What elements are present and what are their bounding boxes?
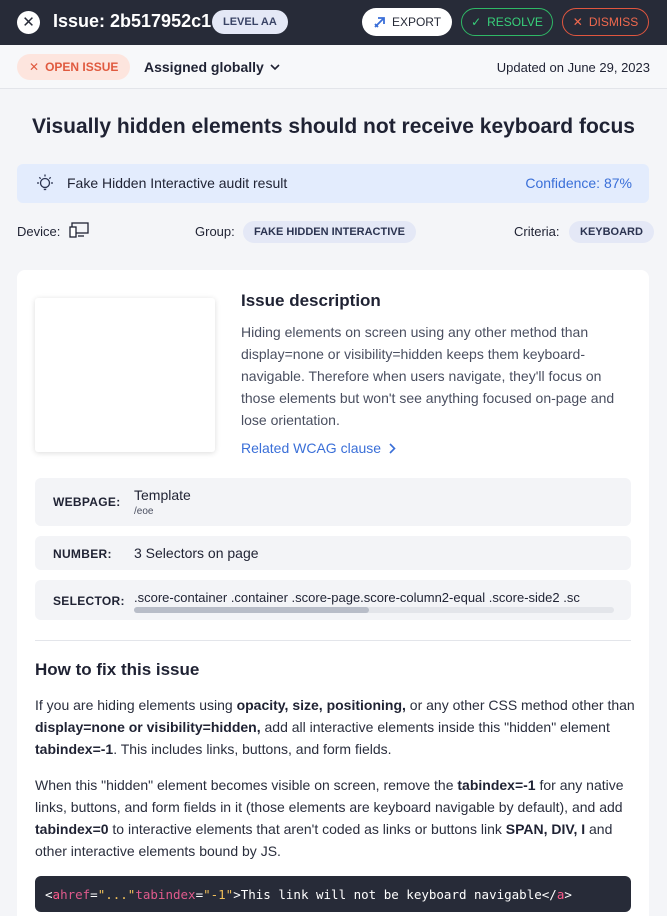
criteria-label: Criteria:	[514, 224, 560, 239]
wcag-link-label: Related WCAG clause	[241, 440, 382, 456]
audit-result-bar: Fake Hidden Interactive audit result Con…	[17, 164, 649, 203]
device-icon	[69, 222, 89, 238]
assigned-label: Assigned globally	[144, 59, 264, 75]
webpage-value: Template	[134, 487, 191, 503]
level-badge: LEVEL AA	[212, 10, 288, 34]
issue-screenshot-thumbnail[interactable]	[35, 298, 215, 452]
selector-scroll-thumb[interactable]	[134, 607, 370, 613]
audit-result-text: Fake Hidden Interactive audit result	[67, 175, 288, 191]
number-row: NUMBER: 3 Selectors on page	[35, 536, 631, 570]
status-bar: ✕ OPEN ISSUE Assigned globally Updated o…	[0, 45, 667, 89]
description-title: Issue description	[241, 291, 381, 310]
fix-paragraph-1: If you are hiding elements using opacity…	[35, 697, 635, 757]
dismiss-label: DISMISS	[588, 15, 639, 29]
export-button[interactable]: EXPORT	[362, 8, 452, 36]
meta-row: Device: Group: FAKE HIDDEN INTERACTIVE C…	[17, 219, 654, 245]
issue-card: Issue description Hiding elements on scr…	[17, 270, 649, 916]
divider	[35, 640, 631, 641]
fix-title: How to fix this issue	[35, 660, 200, 679]
webpage-label: WEBPAGE:	[53, 495, 121, 509]
export-icon	[374, 16, 385, 28]
webpage-path: /eoe	[134, 506, 154, 517]
code-example: < a href = "..." tabindex = "-1" > This link wi…	[35, 876, 631, 912]
criteria-chip: KEYBOARD	[569, 221, 654, 243]
export-label: EXPORT	[391, 15, 442, 29]
assigned-dropdown[interactable]: Assigned globally	[144, 59, 280, 75]
page-title: Visually hidden elements should not rece…	[32, 115, 635, 138]
lightbulb-icon	[37, 174, 53, 191]
x-icon: ✕	[29, 60, 40, 74]
description-text: Hiding elements on screen using any othe…	[241, 324, 615, 428]
close-button[interactable]: ✕	[17, 11, 40, 34]
fix-paragraph-2: When this "hidden" element becomes visib…	[35, 777, 624, 859]
top-bar: ✕ Issue: 2b517952c1 LEVEL AA EXPORT ✓ RE…	[0, 0, 667, 45]
chevron-right-icon	[389, 442, 396, 454]
number-value: 3 Selectors on page	[134, 545, 259, 561]
selector-row: SELECTOR: .score-container .container .s…	[35, 580, 631, 620]
selector-scrollbar[interactable]	[134, 607, 614, 613]
x-icon: ✕	[572, 15, 583, 29]
group-chip: FAKE HIDDEN INTERACTIVE	[243, 221, 416, 243]
number-label: NUMBER:	[53, 547, 112, 561]
wcag-clause-link[interactable]: Related WCAG clause	[241, 440, 396, 456]
chevron-down-icon	[270, 63, 280, 70]
selector-label: SELECTOR:	[53, 594, 125, 608]
open-issue-badge: ✕ OPEN ISSUE	[17, 54, 131, 80]
issue-title: Issue: 2b517952c1	[53, 11, 212, 31]
close-icon: ✕	[22, 14, 35, 31]
dismiss-button[interactable]: ✕ DISMISS	[562, 8, 649, 36]
confidence-value: Confidence: 87%	[525, 175, 632, 191]
device-label: Device:	[17, 224, 61, 239]
group-label: Group:	[195, 224, 235, 239]
updated-date: Updated on June 29, 2023	[496, 60, 650, 75]
resolve-label: RESOLVE	[487, 15, 543, 29]
webpage-row: WEBPAGE: Template /eoe	[35, 478, 631, 526]
resolve-button[interactable]: ✓ RESOLVE	[461, 8, 553, 36]
open-issue-label: OPEN ISSUE	[45, 60, 119, 74]
check-icon: ✓	[471, 15, 482, 29]
selector-value[interactable]: .score-container .container .score-page.…	[134, 590, 614, 605]
